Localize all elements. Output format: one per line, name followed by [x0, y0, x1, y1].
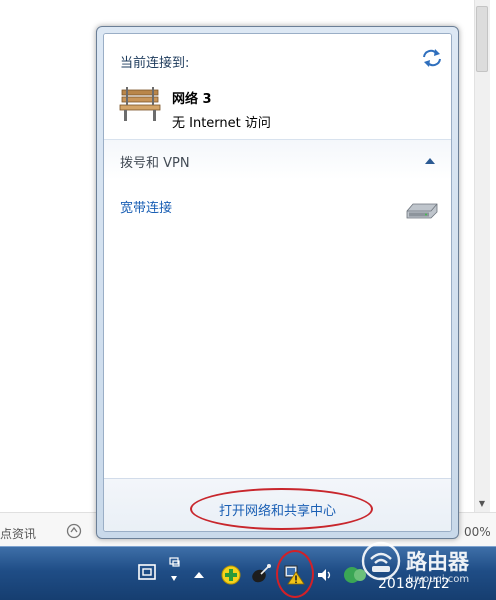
chevron-up-icon[interactable] [193, 570, 205, 580]
background-scrollbar[interactable] [474, 0, 490, 512]
current-connection-label: 当前连接到: [120, 56, 190, 71]
feedback-icon[interactable] [66, 523, 82, 539]
language-bar-icon[interactable] [166, 556, 182, 586]
scroll-down-arrow-icon[interactable]: ▼ [474, 497, 490, 511]
network-status: 无 Internet 访问 [172, 116, 271, 131]
network-flyout: 当前连接到: 网络 3 无 Internet 访问 拨号和 VPN 宽带连接 打… [96, 26, 459, 539]
router-logo-icon [361, 541, 401, 581]
action-center-icon[interactable] [137, 563, 157, 581]
security-plus-icon[interactable] [220, 564, 242, 586]
annotation-ellipse [190, 488, 373, 530]
watermark-title: 路由器 [406, 550, 469, 574]
network-name[interactable]: 网络 3 [172, 88, 212, 107]
satellite-icon[interactable] [249, 562, 273, 586]
broadband-connection-item[interactable]: 宽带连接 [120, 197, 172, 216]
network-flyout-body: 当前连接到: 网络 3 无 Internet 访问 拨号和 VPN 宽带连接 打… [103, 33, 452, 532]
chevron-up-icon[interactable] [424, 156, 436, 166]
volume-icon[interactable] [316, 566, 334, 584]
dialup-modem-icon [406, 203, 438, 219]
refresh-icon[interactable] [421, 48, 443, 68]
dialup-vpn-label[interactable]: 拨号和 VPN [120, 152, 190, 171]
public-network-bench-icon [119, 87, 161, 121]
background-scrollbar-thumb[interactable] [476, 6, 488, 72]
background-news-label[interactable]: 点资讯 [0, 525, 36, 542]
background-zoom-label[interactable]: 00% [464, 525, 491, 539]
watermark-subtitle: luyouqi.com [408, 574, 470, 585]
annotation-circle [276, 550, 314, 598]
